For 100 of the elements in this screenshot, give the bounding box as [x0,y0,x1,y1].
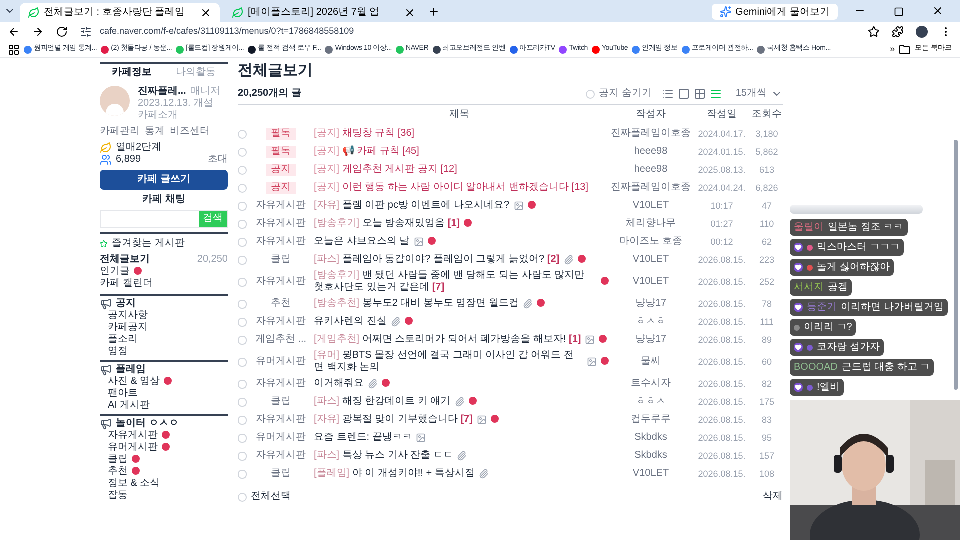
post-title-link[interactable]: [방송후기] 밴 됐던 사람들 중에 밴 당해도 되는 사람도 많지만 첫호사단도 있는거 같은데 [7] [314,270,597,294]
close-icon[interactable] [200,6,212,18]
author-cell[interactable]: V10LET [609,468,693,480]
author-cell[interactable]: 물씨 [609,356,693,368]
row-checkbox[interactable] [238,380,247,388]
author-cell[interactable]: ㅎㅎㅅ [609,396,693,408]
close-icon[interactable] [932,5,944,17]
extensions-icon[interactable] [892,26,904,38]
post-title-link[interactable]: [공지] 채팅창 규칙 [36] [314,128,415,140]
back-icon[interactable] [8,26,20,38]
author-cell[interactable]: 컵두루루 [609,414,693,426]
row-checkbox[interactable] [238,336,247,344]
favorites-label[interactable]: 즐겨찾는 게시판 [112,238,185,250]
row-checkbox[interactable] [238,300,247,308]
delete-button[interactable]: 삭제 [763,491,783,503]
maximize-icon[interactable] [894,7,904,17]
hide-notice-checkbox[interactable] [586,90,596,98]
forward-icon[interactable] [32,26,44,38]
post-title-link[interactable]: [방송추천] 봉누도2 대비 봉누도 명장면 월드컵 [314,298,520,310]
view-mode-icon[interactable] [710,88,722,100]
browser-tab[interactable]: 전체글보기 : 호종사랑단 플레임 [20,3,220,22]
row-checkbox[interactable] [238,358,247,366]
view-mode-icon[interactable] [694,88,706,100]
cafe-name[interactable]: 진짜플레... [138,86,186,98]
author-cell[interactable]: 진짜플레임이호종 [609,128,693,140]
row-checkbox[interactable] [238,166,247,174]
author-cell[interactable]: 마이즈노 호종 [609,236,693,248]
post-title-link[interactable]: [유머] 뮝BTS 몰장 선언에 결국 그래미 이사인 갑 어워드 전면 백지화 논의 [314,350,583,374]
author-cell[interactable]: 냥냥17 [609,298,693,310]
board-link[interactable]: 추천 [108,466,128,478]
author-cell[interactable]: Skbdks [609,432,693,444]
board-link[interactable]: 인기글 [100,266,130,278]
post-title-link[interactable]: 요즘 트렌드: 끝냉ㅋㅋ [314,432,412,444]
row-checkbox[interactable] [238,398,247,406]
site-info-icon[interactable] [80,26,92,38]
post-title-link[interactable]: [자유] 플렘 이판 pc방 이벤트에 나오시네요? [314,200,510,212]
post-title-link[interactable]: [플레임] 야 이 개성키야!! + 특상시점 [314,468,475,480]
row-checkbox[interactable] [238,148,247,156]
row-checkbox[interactable] [238,256,247,264]
board-link[interactable]: 자유게시판 [108,430,158,442]
board-link[interactable]: 클립 [108,454,128,466]
profile-avatar[interactable] [916,26,928,38]
post-title-link[interactable]: 오늘은 샤브요스의 날 [314,236,410,248]
more-bookmarks[interactable]: » [890,42,896,56]
post-title-link[interactable]: 이거해줘요 [314,378,364,390]
post-title-link[interactable]: [파스] 해징 한강데이트 키 얘기 [314,396,451,408]
board-link[interactable]: 사진 & 영상 [108,376,160,388]
close-icon[interactable] [404,6,416,18]
view-mode-icon[interactable] [678,88,690,100]
author-cell[interactable]: 진짜플레임이호종 [609,182,693,194]
board-link[interactable]: 전체글보기 [100,254,150,266]
post-title-link[interactable]: [게임추천] 어쩌면 스토리머가 되어서 폐가방송을 해보자! [1] [314,334,582,346]
sidebar-tab[interactable]: 카페정보 [100,64,164,82]
row-checkbox[interactable] [238,452,247,460]
row-checkbox[interactable] [238,130,247,138]
post-title-link[interactable]: [공지] 게임추천 게시판 공지 [12] [314,164,458,176]
row-checkbox[interactable] [238,184,247,192]
board-link[interactable]: 잡동 [108,490,128,502]
post-title-link[interactable]: [파스] 특상 뉴스 기사 잔출 ㄷㄷ [314,450,454,462]
author-cell[interactable]: heee98 [609,146,693,158]
row-checkbox[interactable] [238,238,247,246]
row-checkbox[interactable] [238,220,247,228]
write-post-button[interactable]: 카페 글쓰기 [100,170,228,190]
board-link[interactable]: 영정 [108,346,128,358]
board-link[interactable]: 공지사항 [108,310,148,322]
apps-icon[interactable] [8,44,20,56]
author-cell[interactable]: 체리향나무 [609,218,693,230]
hide-notice-label[interactable]: 공지 숨기기 [599,88,652,100]
board-link[interactable]: 유머게시판 [108,442,158,454]
select-all-checkbox[interactable] [238,492,247,502]
author-cell[interactable]: V10LET [609,254,693,266]
author-cell[interactable]: V10LET [609,200,693,212]
row-checkbox[interactable] [238,278,247,286]
scrollbar[interactable] [954,140,958,390]
row-checkbox[interactable] [238,416,247,424]
author-cell[interactable]: heee98 [609,164,693,176]
bookmark-star-icon[interactable] [868,26,880,38]
board-link[interactable]: 카페공지 [108,322,148,334]
post-title-link[interactable]: [공지] 📢 카페 규칙 [45] [314,146,420,158]
board-link[interactable]: 정보 & 소식 [108,478,160,490]
browser-tab[interactable]: [메이플스토리] 2026년 7월 업 [224,3,424,22]
select-all-label[interactable]: 전체선택 [251,491,763,503]
row-checkbox[interactable] [238,202,247,210]
cafe-admin-link[interactable]: 통계 [145,126,165,138]
post-title-link[interactable]: [파스] 플레임아 동갑이야? 플레임이 그렇게 늙었어? [2] [314,254,560,266]
author-cell[interactable]: ㅎㅅㅎ [609,316,693,328]
author-cell[interactable]: 냥냥17 [609,334,693,346]
row-checkbox[interactable] [238,470,247,478]
address-bar[interactable]: cafe.naver.com/f-e/cafes/31109113/menus/0?t=1786848558109 [80,25,856,39]
gemini-button[interactable]: Gemini에게 물어보기 [712,4,838,20]
board-link[interactable]: 플소리 [108,334,138,346]
row-checkbox[interactable] [238,318,247,326]
row-checkbox[interactable] [238,434,247,442]
post-title-link[interactable]: [공지] 이런 행동 하는 사람 아이디 알아내서 밴하겠습니다 [13] [314,182,588,194]
post-title-link[interactable]: 유키사렌의 진실 [314,316,387,328]
reload-icon[interactable] [56,26,68,38]
author-cell[interactable]: Skbdks [609,450,693,462]
cafe-admin-link[interactable]: 카페관리 [100,126,140,138]
author-cell[interactable]: 트수시자 [609,378,693,390]
cafe-admin-link[interactable]: 비즈센터 [170,126,210,138]
